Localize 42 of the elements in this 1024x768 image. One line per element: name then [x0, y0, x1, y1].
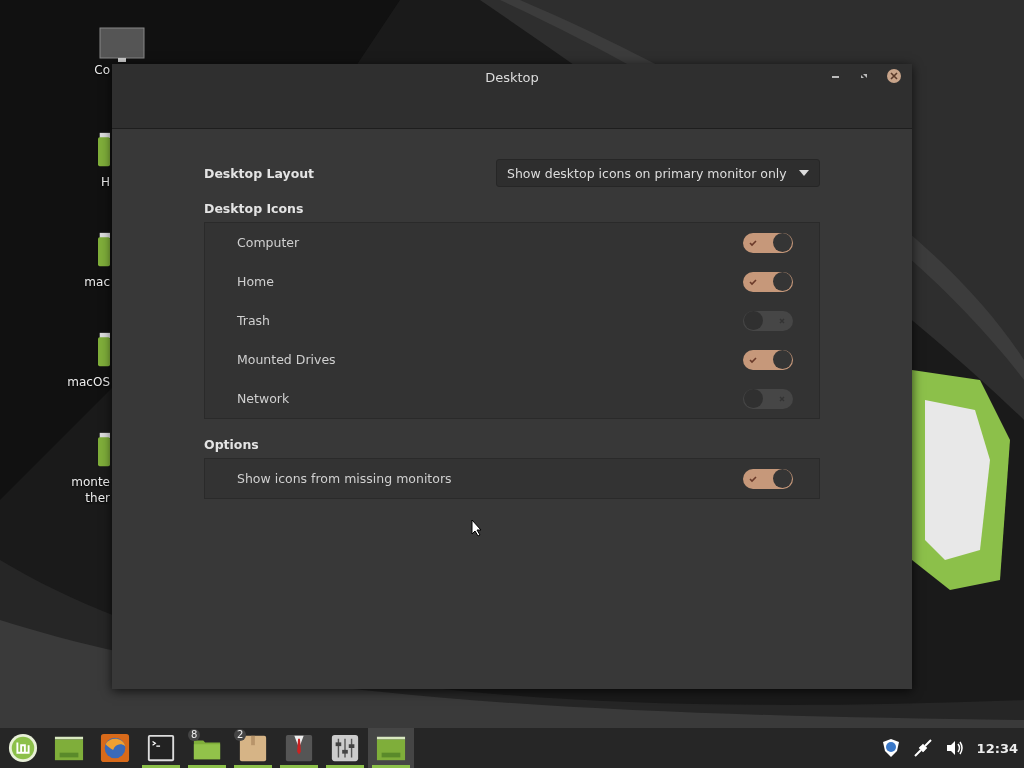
suit-icon	[284, 733, 314, 763]
count-badge: 2	[234, 729, 247, 741]
toggle-switch[interactable]	[743, 271, 793, 292]
desktop-icon-label[interactable]: mac	[84, 274, 110, 290]
taskbar-button[interactable]: 2	[230, 728, 276, 768]
network-cable-icon[interactable]	[912, 738, 933, 758]
setting-label: Home	[237, 274, 274, 289]
toggle-switch[interactable]	[743, 232, 793, 253]
desktop-icon-label[interactable]: macOS	[67, 374, 110, 390]
toggle-switch[interactable]	[743, 349, 793, 370]
check-icon	[748, 354, 758, 365]
desktop-icon-label[interactable]: Co	[94, 62, 110, 78]
mouse-pointer-icon	[471, 519, 483, 537]
leaf-logo-icon	[8, 733, 38, 763]
desktop-icon-label[interactable]: ther	[85, 490, 110, 506]
taskbar-button[interactable]	[368, 728, 414, 768]
setting-label: Network	[237, 391, 290, 406]
terminal-icon	[146, 733, 176, 763]
caret-icon	[799, 170, 809, 176]
setting-label: Mounted Drives	[237, 352, 336, 367]
check-icon	[748, 276, 758, 287]
section-title: Desktop Icons	[204, 201, 305, 216]
setting-label: Trash	[237, 313, 271, 328]
setting-label: Computer	[237, 235, 300, 250]
count-badge: 8	[188, 729, 201, 741]
taskbar-button[interactable]: 8	[184, 728, 230, 768]
shield-icon[interactable]	[880, 738, 901, 758]
layout-dropdown[interactable]: Show desktop icons on primary monitor only	[496, 159, 820, 187]
desktop-icon-label[interactable]: H	[100, 174, 110, 190]
toggle-switch[interactable]	[743, 468, 793, 489]
section-title: Options	[204, 437, 260, 452]
close-icon[interactable]	[886, 68, 902, 84]
check-icon	[748, 237, 758, 248]
window-title: Desktop	[485, 70, 539, 86]
globe-icon	[100, 733, 130, 763]
mixer-icon	[330, 733, 360, 763]
monitor-icon[interactable]	[98, 26, 146, 62]
setting-label: Show icons from missing monitors	[237, 471, 452, 486]
clock[interactable]: 12:34	[976, 740, 1018, 756]
setting-label: Desktop Layout	[204, 165, 315, 181]
check-icon	[748, 473, 758, 484]
desktop-icon-label[interactable]: monte	[71, 474, 110, 490]
